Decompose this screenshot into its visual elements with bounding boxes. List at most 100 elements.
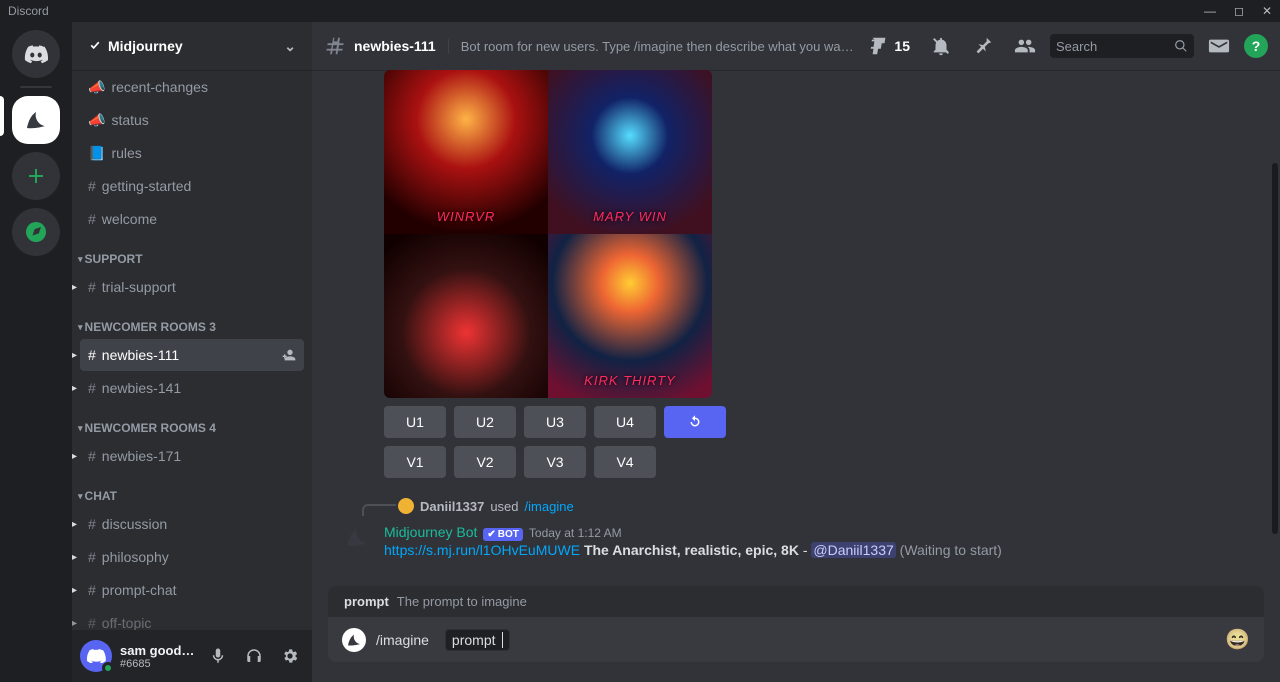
variation-1-button[interactable]: V1 [384, 446, 446, 478]
home-button[interactable] [12, 30, 60, 78]
channel-welcome[interactable]: #welcome [80, 203, 304, 235]
username: sam good… [120, 643, 196, 658]
input-param-chip[interactable]: prompt [445, 629, 510, 651]
image-variant-4[interactable]: KIRK THIRTY [548, 234, 712, 398]
window-titlebar: Discord — ◻ ✕ [0, 0, 1280, 22]
create-invite-icon[interactable] [280, 347, 296, 363]
reply-context[interactable]: Daniil1337 used /imagine [362, 496, 1264, 516]
help-button[interactable]: ? [1244, 34, 1268, 58]
search-input[interactable]: Search [1050, 34, 1194, 58]
message-content: https://s.mj.run/l1OHvEuMUWE The Anarchi… [384, 541, 1264, 561]
user-settings-button[interactable] [276, 647, 304, 665]
caret-down-icon: ▾ [78, 254, 83, 265]
scrollbar[interactable] [1272, 163, 1278, 535]
thread-arrow-icon: ▸ [72, 350, 77, 361]
rules-icon: 📘 [88, 145, 105, 162]
user-avatar[interactable] [80, 640, 112, 672]
job-status: (Waiting to start) [900, 542, 1002, 558]
channel-rules[interactable]: 📘rules [80, 137, 304, 169]
inbox-button[interactable] [1202, 35, 1236, 57]
channel-recent-changes[interactable]: 📣recent-changes [80, 71, 304, 103]
autocomplete-description: The prompt to imagine [397, 594, 527, 609]
window-close-icon[interactable]: ✕ [1262, 4, 1272, 18]
autocomplete-popup[interactable]: prompt The prompt to imagine [328, 586, 1264, 617]
image-variant-2[interactable]: MARY WIN [548, 70, 712, 234]
app-name: Discord [8, 4, 49, 18]
upscale-1-button[interactable]: U1 [384, 406, 446, 438]
emoji-picker-button[interactable]: 😄 [1225, 627, 1250, 652]
upscale-2-button[interactable]: U2 [454, 406, 516, 438]
image-variant-1[interactable]: WINRVR [384, 70, 548, 234]
channel-getting-started[interactable]: #getting-started [80, 170, 304, 202]
thread-arrow-icon: ▸ [72, 618, 77, 629]
caret-down-icon: ▾ [78, 423, 83, 434]
channel-newbies-111[interactable]: ▸#newbies-111 [80, 339, 304, 371]
category-newcomer-4[interactable]: ▾NEWCOMER ROOMS 4 [72, 405, 312, 439]
caret-down-icon: ▾ [78, 322, 83, 333]
bot-name[interactable]: Midjourney Bot [384, 524, 477, 540]
member-list-button[interactable] [1008, 35, 1042, 57]
channel-discussion[interactable]: ▸#discussion [80, 508, 304, 540]
guild-midjourney[interactable] [12, 96, 60, 144]
channel-topic[interactable]: Bot room for new users. Type /imagine th… [448, 39, 855, 54]
guild-selection-pill [0, 96, 4, 136]
guild-sidebar [0, 22, 72, 682]
message-timestamp: Today at 1:12 AM [529, 526, 622, 540]
channel-off-topic[interactable]: ▸#off-topic [80, 607, 304, 630]
channel-philosophy[interactable]: ▸#philosophy [80, 541, 304, 573]
bot-message: Midjourney Bot ✔ BOT Today at 1:12 AM ht… [328, 524, 1264, 561]
input-command: /imagine [376, 632, 429, 648]
channel-prompt-chat[interactable]: ▸#prompt-chat [80, 574, 304, 606]
upscale-3-button[interactable]: U3 [524, 406, 586, 438]
deafen-button[interactable] [240, 647, 268, 665]
message-list[interactable]: WINRVR MARY WIN KIRK THIRTY U1 U2 U3 U4 … [312, 70, 1280, 586]
window-minimize-icon[interactable]: — [1204, 4, 1216, 18]
notifications-button[interactable] [924, 35, 958, 57]
message-input[interactable]: /imagine prompt 😄 [328, 617, 1264, 662]
upscale-4-button[interactable]: U4 [594, 406, 656, 438]
hash-icon: # [88, 516, 96, 532]
image-variant-3[interactable] [384, 234, 548, 398]
user-mention[interactable]: @Daniil1337 [811, 542, 895, 558]
guild-separator [20, 86, 52, 88]
window-maximize-icon[interactable]: ◻ [1234, 4, 1244, 18]
reroll-button[interactable] [664, 406, 726, 438]
status-online-icon [102, 662, 114, 674]
channel-trial-support[interactable]: ▸#trial-support [80, 271, 304, 303]
threads-button[interactable]: 15 [862, 35, 916, 57]
thread-arrow-icon: ▸ [72, 585, 77, 596]
prompt-text: The Anarchist, realistic, epic, 8K [584, 542, 799, 558]
generated-image-grid[interactable]: WINRVR MARY WIN KIRK THIRTY U1 U2 U3 U4 … [384, 70, 712, 478]
variation-4-button[interactable]: V4 [594, 446, 656, 478]
user-panel: sam good… #6685 [72, 630, 312, 682]
autocomplete-option: prompt [344, 594, 389, 609]
variation-3-button[interactable]: V3 [524, 446, 586, 478]
category-newcomer-3[interactable]: ▾NEWCOMER ROOMS 3 [72, 304, 312, 338]
thread-arrow-icon: ▸ [72, 451, 77, 462]
explore-servers-button[interactable] [12, 208, 60, 256]
hash-icon: # [88, 549, 96, 565]
prompt-link[interactable]: https://s.mj.run/l1OHvEuMUWE [384, 542, 580, 558]
variation-2-button[interactable]: V2 [454, 446, 516, 478]
channel-status[interactable]: 📣status [80, 104, 304, 136]
user-info[interactable]: sam good… #6685 [120, 643, 196, 670]
hash-limited-icon: # [88, 380, 96, 396]
verified-icon [88, 39, 102, 53]
category-support[interactable]: ▾SUPPORT [72, 236, 312, 270]
mute-mic-button[interactable] [204, 647, 232, 665]
channel-list[interactable]: 📣recent-changes 📣status 📘rules #getting-… [72, 70, 312, 630]
server-name: Midjourney [108, 38, 183, 54]
category-chat[interactable]: ▾CHAT [72, 473, 312, 507]
channel-newbies-141[interactable]: ▸#newbies-141 [80, 372, 304, 404]
channel-newbies-171[interactable]: ▸#newbies-171 [80, 440, 304, 472]
pinned-button[interactable] [966, 35, 1000, 57]
reply-avatar [398, 498, 414, 514]
server-header[interactable]: Midjourney ⌄ [72, 22, 312, 70]
search-placeholder: Search [1056, 39, 1097, 54]
channel-header: newbies-111 Bot room for new users. Type… [312, 22, 1280, 70]
text-cursor [502, 632, 503, 648]
add-server-button[interactable] [12, 152, 60, 200]
thread-arrow-icon: ▸ [72, 552, 77, 563]
bot-avatar[interactable] [344, 524, 370, 550]
reply-command[interactable]: /imagine [525, 499, 574, 514]
